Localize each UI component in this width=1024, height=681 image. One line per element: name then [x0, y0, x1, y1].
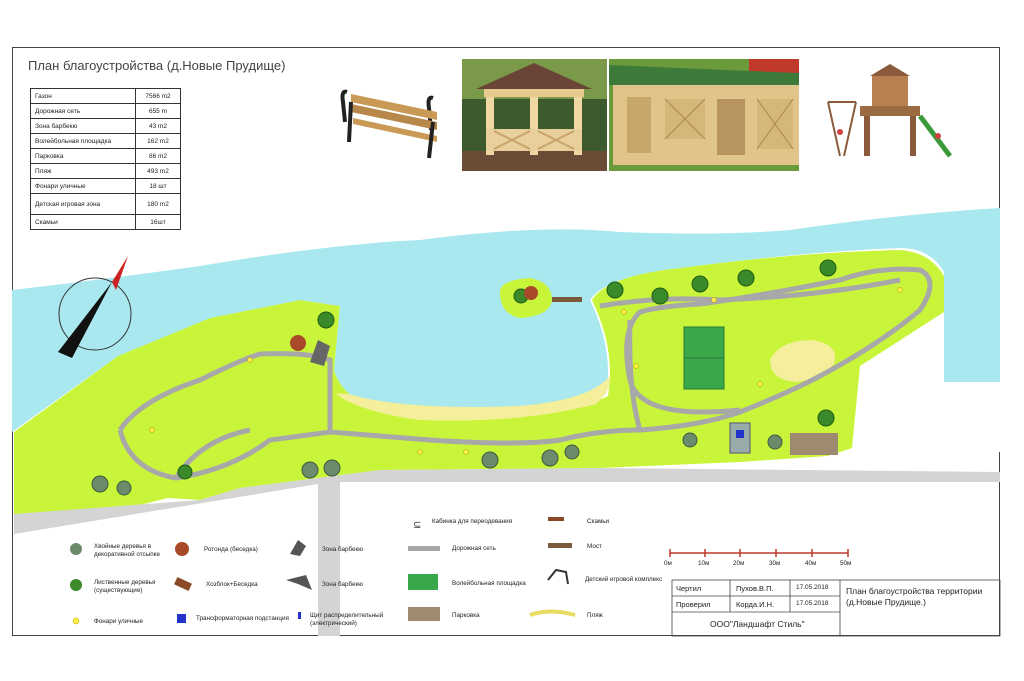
street-light: [247, 357, 253, 363]
scale-tick-label: 40м: [805, 560, 817, 567]
conifer-tree: [481, 451, 499, 469]
legend-deciduous-label: Лиственные деревья (существующие): [94, 579, 156, 594]
scale-tick-label: 10м: [698, 560, 710, 567]
conifer-tree: [116, 480, 132, 496]
conifer-tree: [682, 432, 698, 448]
tb-plan-title: План благоустройства территории (д.Новые…: [846, 586, 983, 607]
legend-beach-icon: [529, 609, 576, 617]
tb-company: ООО"Ландшафт Стиль": [710, 619, 805, 629]
legend-panel-label: Щит распределительный (электрический): [310, 612, 384, 627]
tb-drawn-name: Пухов.В.П.: [736, 584, 774, 593]
deciduous-tree: [691, 275, 709, 293]
legend-shed-icon: [174, 576, 192, 592]
conifer-tree: [767, 434, 783, 450]
street-light: [633, 363, 639, 369]
legend-benches-label: Скамьи: [587, 518, 610, 525]
conifer-tree: [323, 459, 341, 477]
rotunda: [290, 335, 306, 351]
legend-rotunda-label: Ротонда (беседка): [204, 546, 258, 553]
deciduous-tree: [606, 281, 624, 299]
street-light: [621, 309, 627, 315]
scale-tick-label: 30м: [769, 560, 781, 567]
legend-deciduous-icon: [70, 579, 82, 591]
tb-checked-label: Проверил: [676, 600, 711, 609]
legend-bridge-icon: [548, 543, 572, 548]
legend-playground-icon: [547, 568, 569, 585]
legend-road-icon: [408, 546, 440, 551]
legend-bbq2-icon: [286, 575, 312, 590]
legend-cabin-label: Кабинка для переодевания: [432, 518, 513, 525]
tb-checked-date: 17.05.2018: [796, 600, 829, 607]
bridge: [552, 297, 582, 302]
legend-bbq2-label: Зона барбекю: [322, 581, 364, 588]
legend-lights-label: Фонари уличные: [94, 618, 144, 625]
legend-playground-label: Детский игровой комплекс: [585, 576, 663, 583]
deciduous-tree: [177, 464, 193, 480]
legend-roads-label: Дорожная сеть: [452, 545, 496, 552]
legend-bbq1-icon: [290, 540, 306, 556]
parking-area: [790, 433, 838, 455]
legend-parking-label: Парковка: [452, 612, 480, 619]
deciduous-tree: [737, 269, 755, 287]
tb-drawn-date: 17.05.2018: [796, 584, 829, 591]
legend-parking-icon: [408, 607, 440, 621]
transformer-station: [736, 430, 744, 438]
conifer-tree: [564, 444, 580, 460]
deciduous-tree: [317, 311, 335, 329]
legend-rotunda-icon: [175, 542, 189, 556]
tb-drawn-label: Чертил: [676, 584, 702, 593]
legend-transformer-label: Трансформаторная подстанция: [196, 615, 289, 622]
conifer-tree: [301, 461, 319, 479]
deciduous-tree: [819, 259, 837, 277]
street-light: [149, 427, 155, 433]
street-light: [463, 449, 469, 455]
deciduous-tree: [817, 409, 835, 427]
scale-tick-label: 20м: [733, 560, 745, 567]
rotunda: [524, 286, 538, 300]
legend-conifer-icon: [70, 543, 82, 555]
legend-shed-label: Хозблок+Беседка: [206, 581, 258, 588]
legend-transformer-icon: [177, 614, 186, 623]
legend-cabin-icon: ⊆: [413, 520, 421, 531]
legend-volleyball-icon: [408, 574, 438, 590]
scale-tick-label: 0м: [664, 560, 672, 567]
street-light: [757, 381, 763, 387]
street-light: [897, 287, 903, 293]
legend-conifers-label: Хвойные деревья в декоративной отсыпке: [94, 543, 160, 558]
street-light: [417, 449, 423, 455]
deciduous-tree: [651, 287, 669, 305]
scale-bar: [669, 549, 849, 557]
legend-bench-icon: [548, 517, 564, 521]
street-light: [711, 297, 717, 303]
legend-beach-label: Пляж: [587, 612, 603, 619]
conifer-tree: [91, 475, 109, 493]
tb-checked-name: Корда.И.Н.: [736, 600, 775, 609]
legend-panel-icon: [298, 612, 301, 619]
conifer-tree: [541, 449, 559, 467]
legend-light-icon: [72, 617, 80, 625]
legend-volleyball-label: Волейбольная площадка: [452, 580, 526, 587]
scale-tick-label: 50м: [840, 560, 852, 567]
legend-bbq1-label: Зона барбекю: [322, 546, 364, 553]
legend-bridge-label: Мост: [587, 543, 602, 550]
building-plot: [860, 382, 1000, 452]
